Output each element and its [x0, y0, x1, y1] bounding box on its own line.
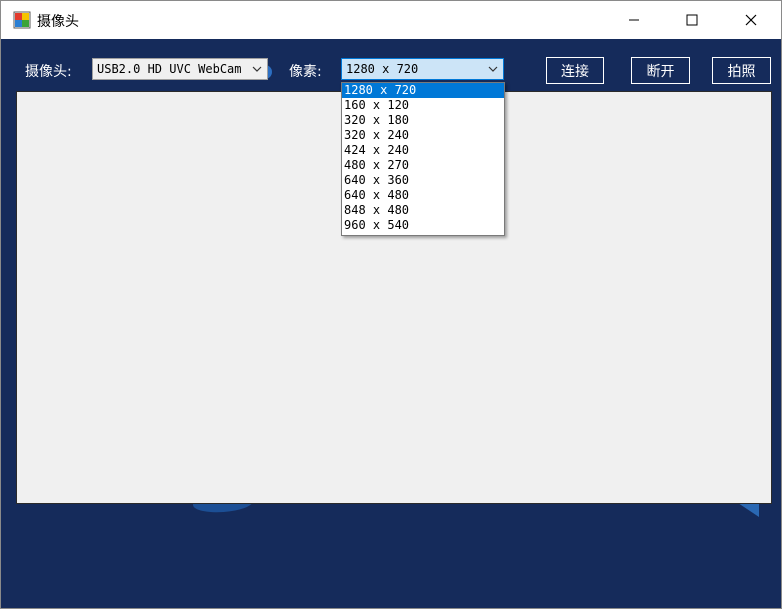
- window-title: 摄像头: [37, 14, 79, 30]
- take-photo-button[interactable]: 拍照: [712, 57, 771, 84]
- dropdown-option[interactable]: 640 x 480: [342, 188, 504, 203]
- resolution-dropdown-list[interactable]: 1280 x 720 160 x 120 320 x 180 320 x 240 424…: [341, 82, 505, 236]
- dropdown-option[interactable]: 424 x 240: [342, 143, 504, 158]
- dropdown-option[interactable]: 480 x 270: [342, 158, 504, 173]
- dropdown-option[interactable]: 960 x 540: [342, 218, 504, 233]
- camera-label: 摄像头:: [25, 64, 72, 80]
- disconnect-button[interactable]: 断开: [631, 57, 690, 84]
- connect-button[interactable]: 连接: [546, 57, 604, 84]
- dropdown-option[interactable]: 848 x 480: [342, 203, 504, 218]
- app-window-icon: [13, 11, 31, 29]
- minimize-button[interactable]: [611, 1, 657, 39]
- chevron-down-icon: [251, 63, 263, 75]
- dropdown-option[interactable]: 160 x 120: [342, 98, 504, 113]
- close-icon: [745, 11, 757, 30]
- maximize-button[interactable]: [669, 1, 715, 39]
- camera-select[interactable]: USB2.0 HD UVC WebCam: [92, 58, 268, 80]
- maximize-icon: [686, 11, 698, 30]
- resolution-select[interactable]: 1280 x 720: [341, 58, 504, 80]
- dropdown-option[interactable]: 320 x 240: [342, 128, 504, 143]
- title-bar[interactable]: 摄像头: [1, 1, 781, 39]
- close-button[interactable]: [728, 1, 774, 39]
- resolution-label: 像素:: [289, 64, 322, 80]
- resolution-select-value: 1280 x 720: [346, 62, 419, 76]
- main-window: 摄像头 摄像头: USB2.0 HD UVC WebCam 像素: 1280 x…: [0, 0, 782, 609]
- camera-select-value: USB2.0 HD UVC WebCam: [97, 62, 242, 76]
- chevron-down-icon: [487, 63, 499, 75]
- dropdown-option[interactable]: 1280 x 720: [342, 83, 504, 98]
- dropdown-option[interactable]: 640 x 360: [342, 173, 504, 188]
- minimize-icon: [628, 11, 640, 30]
- dropdown-option[interactable]: 320 x 180: [342, 113, 504, 128]
